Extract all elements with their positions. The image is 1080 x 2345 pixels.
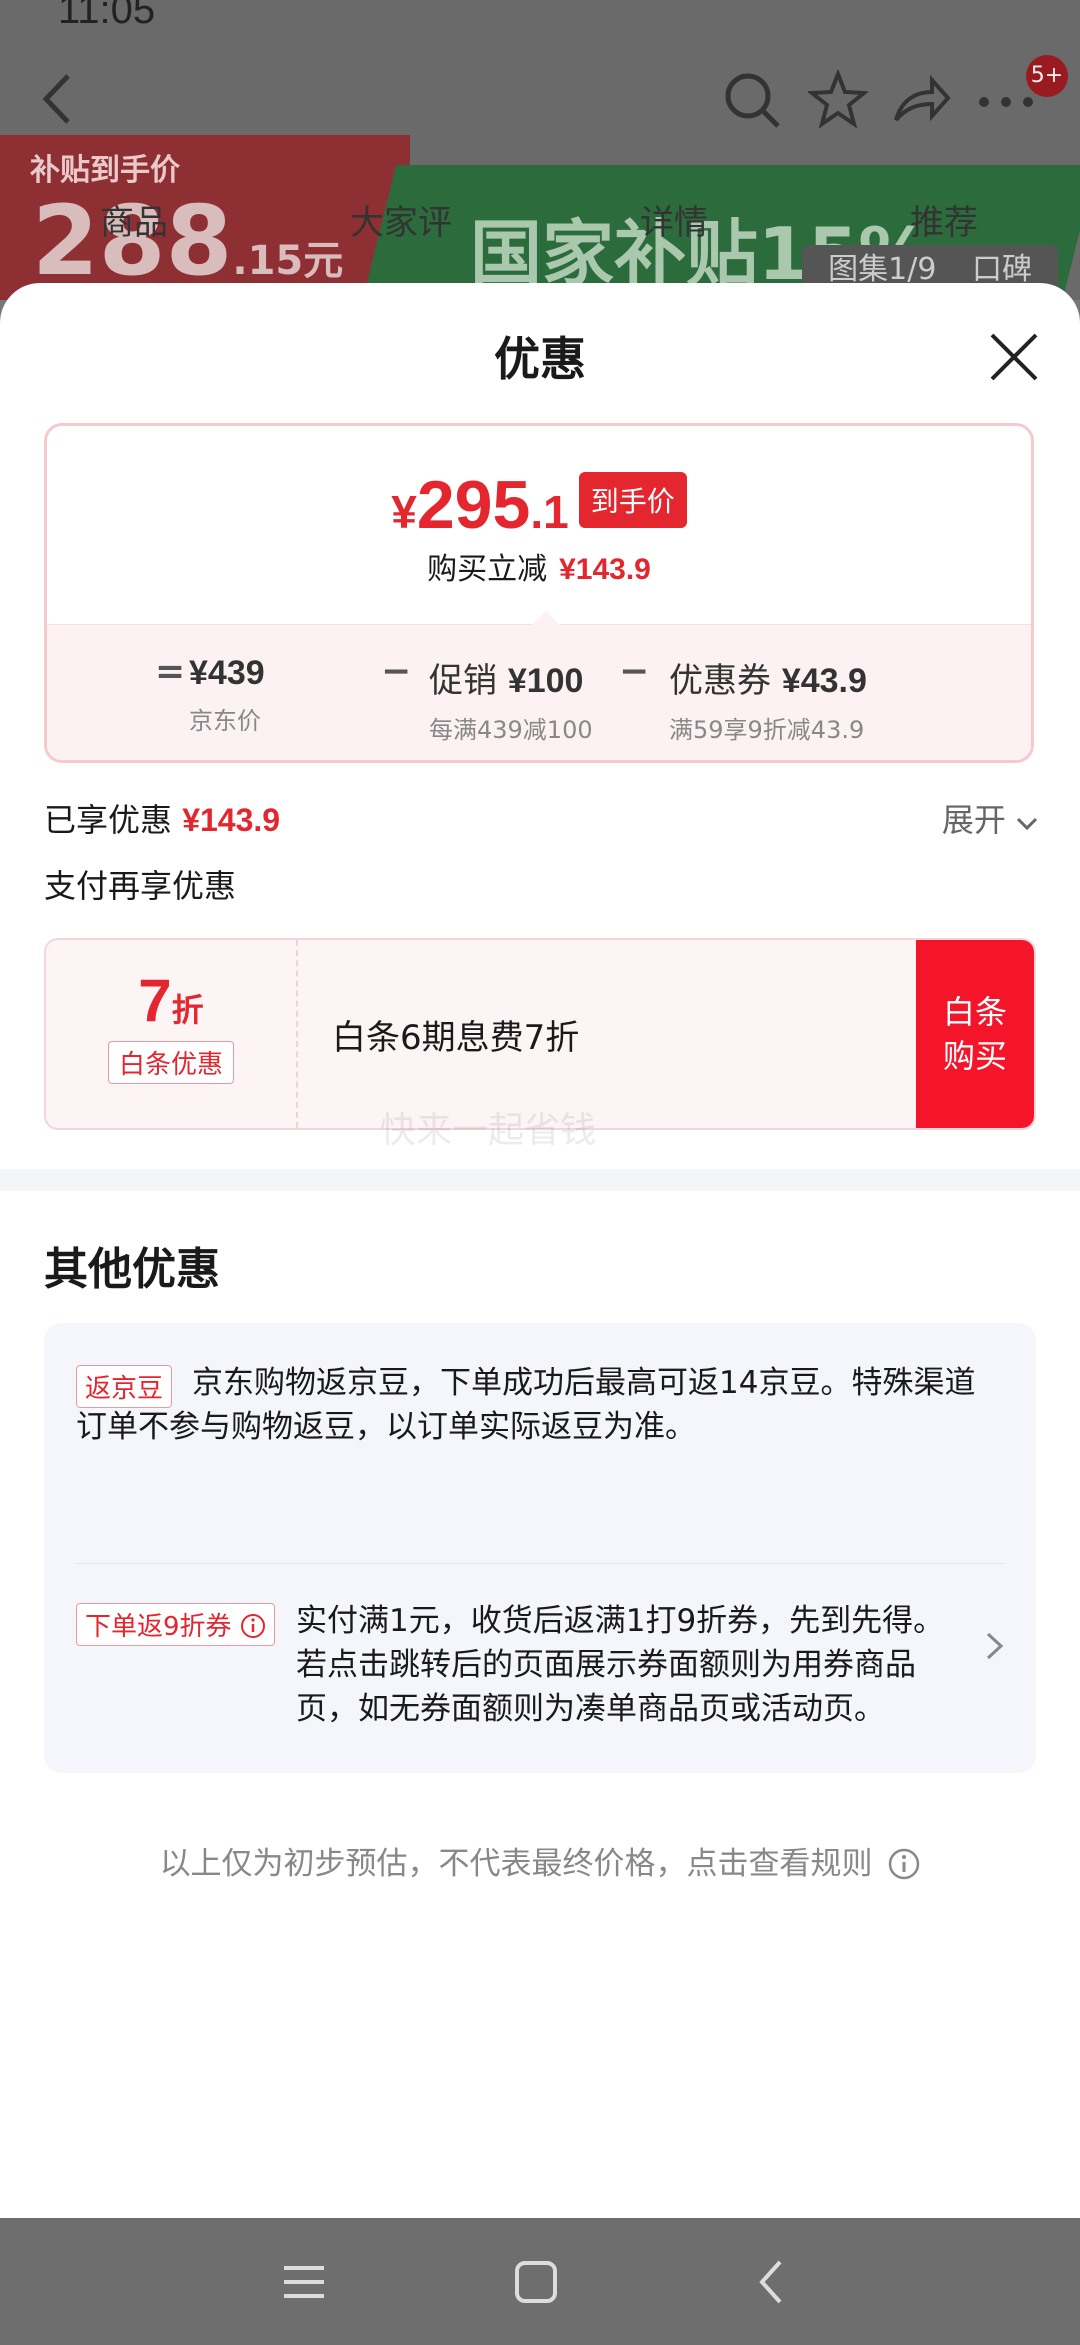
op-minus: − [381, 651, 412, 692]
watermark-text: 快来一起省钱 [380, 1110, 597, 1151]
gallery-label: 图集1/9 [828, 252, 937, 287]
rules-note[interactable]: 以上仅为初步预估，不代表最终价格，点击查看规则 [0, 1838, 1080, 1883]
share-icon[interactable] [892, 74, 952, 126]
info-icon[interactable] [888, 1848, 920, 1880]
breakdown-desc: 京东价 [189, 707, 261, 735]
sheet-title: 优惠 [494, 332, 586, 386]
list-item-coupon[interactable]: 下单返9折券 实付满1元，收货后返满1打9折券，先到先得。若点击跳转后的页面展示… [76, 1599, 956, 1731]
baitiao-buy-line1: 白条 [942, 993, 1007, 1031]
breakdown-promotion: 促销 ¥100 每满439减100 [429, 653, 593, 745]
breakdown-value: ¥439 [189, 653, 265, 693]
final-price-row: ¥295.1 到手价 [47, 466, 1031, 544]
baitiao-buy-line2: 购买 [942, 1037, 1007, 1075]
home-icon[interactable] [506, 2252, 566, 2312]
breakdown-notch [532, 611, 560, 625]
final-price-tag: 到手价 [578, 472, 687, 528]
status-time: 11:05 [58, 0, 156, 32]
section-divider [0, 1169, 1080, 1191]
system-nav-bar [0, 2218, 1080, 2345]
list-item-jingdou: 返京豆 京东购物返京豆，下单成功后最高可返14京豆。特殊渠道订单不参与购物返豆，… [76, 1361, 1004, 1449]
other-discounts-panel: 返京豆 京东购物返京豆，下单成功后最高可返14京豆。特殊渠道订单不参与购物返豆，… [44, 1323, 1036, 1773]
price-integer: 295 [416, 467, 531, 543]
close-icon[interactable] [988, 331, 1040, 383]
expand-toggle[interactable]: 展开 [942, 795, 1038, 841]
op-equals: = [155, 651, 186, 692]
jingdou-tag: 返京豆 [76, 1365, 173, 1408]
menu-icon[interactable] [274, 2252, 334, 2312]
breakdown-value: 优惠券 ¥43.9 [669, 653, 867, 702]
coupon-tag-label: 下单返9折券 [85, 1612, 232, 1642]
instant-discount: 购买立减 ¥143.9 [47, 544, 1031, 588]
instant-discount-label: 购买立减 [427, 552, 548, 587]
more-icon[interactable] [978, 96, 1034, 108]
price-breakdown: = ¥439 京东价 − 促销 ¥100 每满439减100 − 优惠券 ¥43… [47, 611, 1031, 760]
op-minus: − [619, 651, 650, 692]
breakdown-jd-price: ¥439 京东价 [189, 653, 265, 736]
divider [76, 1563, 1004, 1564]
back-icon[interactable] [42, 72, 72, 126]
breakdown-desc: 满59享9折减43.9 [669, 716, 865, 744]
star-icon[interactable] [808, 70, 868, 130]
breakdown-amount: ¥100 [507, 662, 584, 700]
baitiao-offer-text: 白条6期息费7折 [332, 1018, 580, 1058]
tab-product[interactable]: 商品 [100, 195, 168, 244]
breakdown-coupon: 优惠券 ¥43.9 满59享9折减43.9 [669, 653, 867, 745]
tab-details[interactable]: 详情 [640, 195, 708, 244]
breakdown-amount: ¥43.9 [781, 662, 867, 700]
baitiao-tag: 白条优惠 [107, 1041, 234, 1084]
other-discounts-title: 其他优惠 [44, 1244, 220, 1295]
baitiao-rate: 7折 [46, 966, 296, 1035]
promo-price-dec: .15元 [232, 238, 344, 284]
breakdown-value-label: 优惠券 [669, 661, 771, 701]
enjoyed-label: 已享优惠 [44, 801, 173, 839]
price-decimal: .1 [530, 486, 569, 538]
enjoyed-value: ¥143.9 [182, 802, 281, 838]
promo-price: 288.15元 [32, 185, 343, 297]
info-icon[interactable] [240, 1613, 266, 1639]
pay-again-label: 支付再享优惠 [44, 867, 237, 905]
enjoyed-discount: 已享优惠 ¥143.9 [44, 795, 280, 841]
chevron-down-icon [1016, 817, 1038, 831]
baitiao-buy-button[interactable]: 白条 购买 [916, 940, 1034, 1128]
final-price-card: ¥295.1 到手价 购买立减 ¥143.9 = ¥439 京东价 − 促销 ¥10… [44, 423, 1034, 763]
message-badge: 5+ [1026, 55, 1068, 97]
tab-recommend[interactable]: 推荐 [910, 195, 978, 244]
currency-symbol: ¥ [391, 486, 417, 538]
back-icon[interactable] [742, 2252, 802, 2312]
coupon-tag: 下单返9折券 [76, 1603, 275, 1646]
baitiao-rate-unit: 折 [171, 991, 204, 1029]
breakdown-desc: 每满439减100 [429, 716, 593, 744]
breakdown-amount: ¥439 [189, 654, 265, 692]
instant-discount-value: ¥143.9 [559, 553, 651, 586]
rules-note-text: 以上仅为初步预估，不代表最终价格，点击查看规则 [159, 1846, 873, 1882]
breakdown-value: 促销 ¥100 [429, 653, 593, 702]
jingdou-text: 京东购物返京豆，下单成功后最高可返14京豆。特殊渠道订单不参与购物返豆，以订单实… [76, 1365, 976, 1445]
breakdown-value-label: 促销 [429, 661, 497, 701]
background-product-page: 11:05 补贴到手价 288.15元 国家补贴15% 商品 大家评 详情 推荐… [0, 0, 1080, 300]
gallery-extra: 口碑 [972, 252, 1032, 287]
chevron-right-icon[interactable] [984, 1631, 1006, 1661]
tab-reviews[interactable]: 大家评 [350, 195, 452, 244]
search-icon[interactable] [722, 70, 782, 130]
promo-label: 补贴到手价 [30, 153, 180, 188]
final-price: ¥295.1 [391, 466, 568, 544]
baitiao-rate-block: 7折 白条优惠 [46, 940, 298, 1128]
baitiao-rate-number: 7 [138, 967, 172, 1034]
expand-label: 展开 [941, 801, 1006, 839]
discount-sheet: 优惠 ¥295.1 到手价 购买立减 ¥143.9 = ¥439 京东价 − 促销 … [0, 283, 1080, 2218]
